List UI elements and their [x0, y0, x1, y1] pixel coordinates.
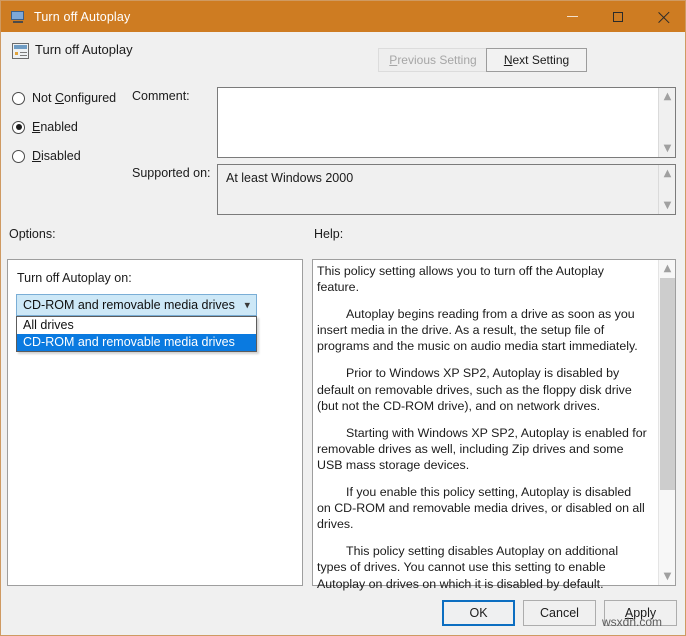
options-section-label: Options:	[9, 227, 56, 241]
help-paragraph: Autoplay begins reading from a drive as …	[317, 307, 638, 354]
help-paragraph: If you enable this policy setting, Autop…	[317, 485, 645, 532]
help-paragraph: This policy setting disables Autoplay on…	[317, 544, 619, 591]
supported-on-field: At least Windows 2000 ▲ ▼	[217, 164, 676, 215]
help-scrollbar-thumb[interactable]	[660, 278, 675, 490]
combobox-option[interactable]: CD-ROM and removable media drives	[17, 334, 256, 351]
window-caption-buttons	[549, 1, 685, 32]
supported-on-value: At least Windows 2000	[226, 171, 354, 185]
supported-on-scroll-down-icon[interactable]: ▼	[659, 197, 675, 214]
help-panel: This policy setting allows you to turn o…	[312, 259, 676, 591]
combobox-dropdown-list[interactable]: All drives CD-ROM and removable media dri…	[16, 316, 257, 352]
policy-setting-icon	[12, 43, 29, 59]
supported-on-scroll-up-icon[interactable]: ▲	[659, 165, 675, 182]
comment-scroll-up-icon[interactable]: ▲	[659, 88, 675, 105]
radio-not-configured-mark	[12, 91, 25, 105]
radio-disabled-label: Disabled	[32, 149, 81, 163]
help-scrollbar[interactable]: ▲ ▼	[658, 260, 675, 585]
radio-enabled-label: Enabled	[32, 120, 78, 134]
radio-enabled-mark	[12, 120, 25, 134]
previous-setting-label: Previous Setting	[389, 53, 477, 67]
options-panel: Turn off Autoplay on: CD-ROM and removab…	[7, 259, 303, 586]
help-paragraph: Starting with Windows XP SP2, Autoplay i…	[317, 425, 647, 472]
help-section-label: Help:	[314, 227, 344, 241]
ok-button[interactable]: OK	[442, 600, 515, 626]
close-button[interactable]	[641, 1, 685, 32]
cancel-button[interactable]: Cancel	[523, 600, 596, 626]
radio-disabled-mark	[12, 149, 25, 163]
turn-off-autoplay-on-combobox[interactable]: CD-ROM and removable media drives ▾	[16, 294, 257, 316]
next-setting-button[interactable]: Next Setting	[486, 48, 587, 72]
combobox-option[interactable]: All drives	[17, 317, 256, 334]
help-paragraph: Prior to Windows XP SP2, Autoplay is dis…	[317, 366, 632, 413]
comment-input[interactable]: ▲ ▼	[217, 87, 676, 158]
comment-scrollbar[interactable]: ▲ ▼	[658, 88, 675, 157]
radio-not-configured[interactable]: Not Configured	[12, 91, 116, 105]
radio-not-configured-label: Not Configured	[32, 91, 117, 105]
comment-scroll-down-icon[interactable]: ▼	[659, 140, 675, 157]
supported-on-scrollbar[interactable]: ▲ ▼	[658, 165, 675, 214]
help-scroll-up-icon[interactable]: ▲	[659, 260, 676, 277]
previous-setting-button[interactable]: Previous Setting	[378, 48, 488, 72]
window-title: Turn off Autoplay	[34, 9, 131, 24]
maximize-button[interactable]	[595, 1, 641, 32]
next-setting-label: Next Setting	[503, 53, 570, 67]
help-text: This policy setting allows you to turn o…	[317, 263, 647, 603]
title-bar: Turn off Autoplay	[1, 1, 685, 32]
turn-off-autoplay-on-label: Turn off Autoplay on:	[17, 271, 132, 285]
maximize-icon	[613, 11, 623, 22]
minimize-button[interactable]	[549, 1, 595, 32]
radio-disabled[interactable]: Disabled	[12, 149, 81, 163]
chevron-down-icon: ▾	[244, 298, 250, 312]
group-policy-setting-dialog: Turn off Autoplay Turn off Autoplay Prev…	[0, 0, 686, 636]
combobox-selected-value: CD-ROM and removable media drives	[23, 298, 235, 312]
comment-label: Comment:	[132, 89, 190, 103]
close-icon	[658, 10, 671, 23]
help-scroll-down-icon[interactable]: ▼	[659, 568, 676, 585]
minimize-icon	[566, 16, 578, 17]
radio-enabled[interactable]: Enabled	[12, 120, 78, 134]
ok-button-label: OK	[469, 606, 488, 620]
watermark: wsxdn.com	[602, 615, 663, 629]
supported-on-label: Supported on:	[132, 166, 211, 180]
help-paragraph: This policy setting allows you to turn o…	[317, 264, 604, 295]
cancel-button-label: Cancel	[540, 606, 579, 620]
window-icon	[10, 9, 26, 25]
policy-title: Turn off Autoplay	[35, 42, 133, 57]
